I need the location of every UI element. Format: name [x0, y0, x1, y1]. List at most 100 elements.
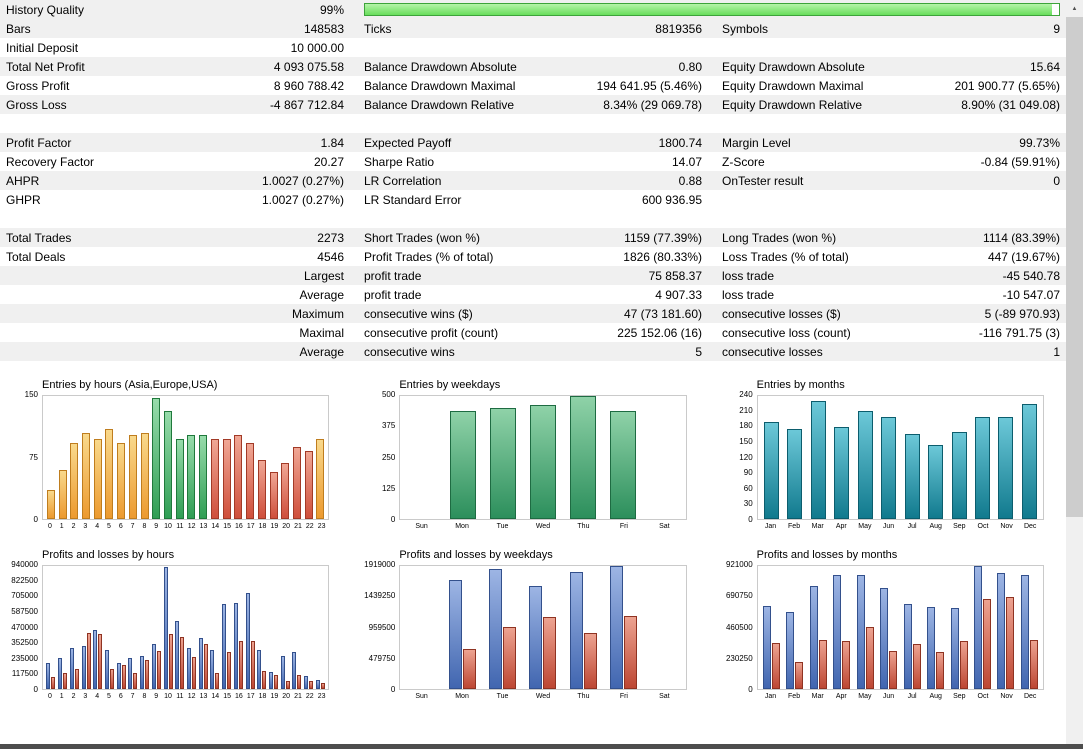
y-axis: 0 75 150 [6, 391, 42, 524]
profit-bar [140, 656, 145, 689]
chart-plot-area: 0 479750 959500 1439250 1919000 Sun Mon Tue Wed… [363, 561, 698, 701]
bar [82, 432, 91, 519]
plot [42, 395, 330, 520]
x-tick-label: Dec [1023, 693, 1037, 700]
loss-bar [86, 632, 91, 689]
profit-bar [315, 679, 320, 689]
x-tick-label: Apr [835, 523, 847, 530]
chart-profits-losses-by-hours: Profits and losses by hours 0 117500 23500… [6, 543, 341, 701]
stat-value: 5 [695, 344, 702, 359]
loss-bar [98, 634, 103, 689]
profit-bar [903, 603, 912, 689]
x-axis: Sun Mon Tue Wed Thu Fri Sat [399, 692, 686, 701]
stat-value: 8.90% (31 049.08) [961, 97, 1060, 112]
window-bottom-edge [0, 744, 1083, 749]
x-tick-label: Nov [1000, 523, 1013, 530]
chart-profits-losses-by-weekdays: Profits and losses by weekdays 0 479750 95… [363, 543, 698, 701]
bar [304, 450, 313, 519]
scroll-up-button[interactable]: ▲ [1066, 0, 1083, 17]
stat-label: LR Standard Error [364, 192, 462, 207]
stat-label: History Quality [6, 2, 85, 17]
profit-bar [116, 663, 121, 689]
bar [998, 416, 1014, 519]
x-axis: Jan Feb Mar Apr May Jun Jul Aug Sep Oct Nov Dec [757, 522, 1044, 531]
vertical-scrollbar[interactable]: ▲ [1066, 0, 1083, 744]
bar [834, 426, 850, 519]
profit-bar [304, 675, 309, 689]
stats-row: Largest profit trade 75 858.37 loss trade… [0, 266, 1066, 285]
x-tick-label: Apr [835, 693, 847, 700]
profit-bar [449, 580, 463, 689]
x-tick-label: 14 [211, 693, 220, 700]
profit-bar [104, 649, 109, 689]
bar [974, 416, 990, 519]
x-tick-label: 22 [305, 693, 314, 700]
x-tick-label: Thu [577, 693, 590, 700]
profit-bar [151, 643, 156, 689]
chart-title: Entries by months [756, 379, 845, 391]
loss-bar [771, 642, 780, 689]
stats-row: Maximum consecutive wins ($) 47 (73 181.6… [0, 304, 1066, 323]
scrollbar-thumb[interactable] [1066, 17, 1083, 517]
stat-value: 99.73% [1019, 135, 1060, 150]
x-tick-label: 19 [270, 523, 279, 530]
stats-row: Bars 148583 Ticks 8819356 Symbols 9 [0, 19, 1066, 38]
stats-row: Gross Loss -4 867 712.84 Balance Drawdown… [0, 95, 1066, 114]
y-tick-label: 460500 [725, 622, 753, 632]
stat-value: 14.07 [671, 154, 702, 169]
x-tick-label: 3 [83, 693, 88, 700]
x-tick-label: Jul [907, 523, 917, 530]
x-tick-label: Oct [977, 523, 989, 530]
profit-bar [950, 607, 959, 689]
loss-bar [145, 659, 150, 689]
y-tick-label: 587500 [11, 606, 38, 616]
stats-row: AHPR 1.0027 (0.27%) LR Correlation 0.88 On… [0, 171, 1066, 190]
x-tick-label: Thu [577, 523, 590, 530]
loss-bar [203, 643, 208, 689]
stat-label: Total Deals [6, 249, 66, 264]
x-tick-label: Oct [977, 693, 989, 700]
bar [570, 396, 597, 519]
profit-bar [58, 658, 63, 689]
x-tick-label: 1 [59, 523, 64, 530]
x-tick-label: Jun [882, 523, 895, 530]
y-tick-label: 250 [381, 452, 396, 462]
x-tick-label: 10 [164, 693, 172, 700]
stat-label: Gross Profit [6, 78, 70, 93]
y-tick-label: 705000 [11, 591, 38, 601]
loss-bar [818, 639, 827, 689]
stat-value: -10 547.07 [1002, 287, 1060, 302]
y-axis: 0 30 60 90 120 150 180 210 240 [721, 391, 757, 524]
bar [117, 442, 126, 519]
bar [199, 434, 208, 519]
loss-bar [309, 680, 314, 689]
loss-bar [63, 672, 68, 689]
stat-value: 1.0027 (0.27%) [261, 173, 344, 188]
bar [210, 438, 219, 519]
stat-value: -0.84 (59.91%) [980, 154, 1060, 169]
stat-value: 8819356 [655, 21, 702, 36]
bar [187, 434, 196, 519]
stat-label: Loss Trades (% of total) [722, 249, 849, 264]
bar [164, 410, 173, 519]
x-tick-label: May [858, 523, 872, 530]
x-tick-label: 8 [142, 693, 147, 700]
loss-bar [1029, 639, 1038, 689]
bar [904, 434, 920, 519]
x-tick-label: 21 [294, 693, 302, 700]
y-tick-label: 690750 [725, 591, 753, 601]
loss-bar [1006, 596, 1015, 689]
loss-bar [795, 662, 804, 689]
x-tick-label: 18 [258, 523, 267, 530]
loss-bar [74, 669, 79, 689]
stats-row: Initial Deposit 10 000.00 [0, 38, 1066, 57]
stat-value: -4 867 712.84 [269, 97, 344, 112]
bar [928, 444, 944, 519]
y-tick-label: 479750 [368, 653, 396, 663]
profit-bar [128, 658, 133, 689]
loss-bar [297, 675, 302, 689]
stat-value: 47 (73 181.60) [623, 306, 702, 321]
stat-value: 8.34% (29 069.78) [603, 97, 702, 112]
y-tick-label: 0 [748, 515, 753, 524]
y-tick-label: 470000 [11, 622, 38, 632]
